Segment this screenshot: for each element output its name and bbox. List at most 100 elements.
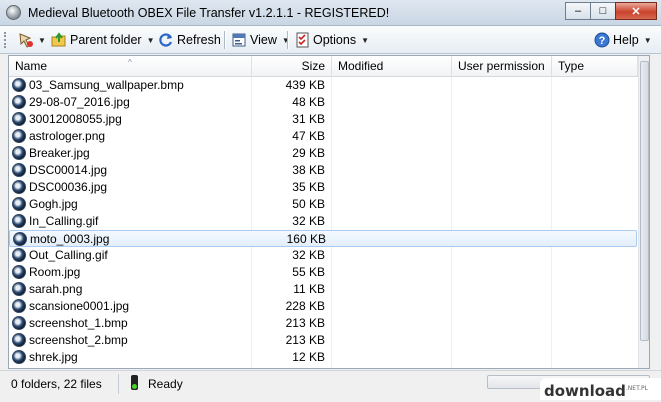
- file-name: astrologer.png: [29, 129, 106, 143]
- file-name: Room.jpg: [29, 265, 81, 279]
- bluetooth-devices-icon: [18, 32, 34, 48]
- file-name: DSC00014.jpg: [29, 163, 108, 177]
- window-title: Medieval Bluetooth OBEX File Transfer v1…: [28, 6, 390, 20]
- file-size: 160 KB: [286, 232, 326, 246]
- file-icon: [12, 299, 26, 313]
- file-name: Gogh.jpg: [29, 197, 78, 211]
- help-button[interactable]: ? Help ▼: [594, 30, 652, 50]
- parent-folder-label: Parent folder: [70, 33, 142, 47]
- file-icon: [12, 214, 26, 228]
- column-header: ^ Name Size Modified User permission Typ…: [9, 56, 649, 77]
- file-name: sarah.png: [29, 282, 83, 296]
- file-row[interactable]: 30012008055.jpg 31 KB: [9, 111, 637, 128]
- file-icon: [12, 95, 26, 109]
- file-size: 48 KB: [292, 95, 325, 109]
- view-icon: [231, 32, 247, 48]
- file-icon: [12, 112, 26, 126]
- toolbar: ▼ Parent folder ▼ Refresh View ▼ Options…: [0, 26, 661, 54]
- refresh-icon: [158, 32, 174, 48]
- file-icon: [12, 265, 26, 279]
- column-header-type[interactable]: Type: [552, 56, 638, 76]
- vertical-scrollbar[interactable]: [638, 56, 649, 368]
- file-row[interactable]: shrek.jpg 12 KB: [9, 349, 637, 366]
- file-size: 228 KB: [285, 299, 325, 313]
- column-header-size[interactable]: Size: [252, 56, 332, 76]
- file-row[interactable]: astrologer.png 47 KB: [9, 128, 637, 145]
- file-icon: [12, 129, 26, 143]
- options-dropdown-arrow-icon[interactable]: ▼: [361, 36, 369, 45]
- svg-text:?: ?: [599, 35, 606, 47]
- file-name: DSC00036.jpg: [29, 180, 108, 194]
- file-icon: [12, 78, 26, 92]
- maximize-button[interactable]: □: [590, 2, 616, 20]
- file-list[interactable]: ^ Name Size Modified User permission Typ…: [8, 55, 650, 369]
- minimize-button[interactable]: –: [565, 2, 591, 20]
- file-name: 29-08-07_2016.jpg: [29, 95, 130, 109]
- options-button[interactable]: Options ▼: [294, 30, 369, 50]
- download-watermark-logo: download.NET.PL: [540, 378, 661, 400]
- help-dropdown-arrow-icon[interactable]: ▼: [644, 36, 652, 45]
- view-label: View: [250, 33, 277, 47]
- file-icon: [12, 282, 26, 296]
- file-name: In_Calling.gif: [29, 214, 99, 228]
- file-row[interactable]: 03_Samsung_wallpaper.bmp 439 KB: [9, 77, 637, 94]
- file-icon: [12, 146, 26, 160]
- help-label: Help: [613, 33, 639, 47]
- toolbar-separator: [224, 31, 226, 49]
- file-size: 12 KB: [292, 350, 325, 364]
- toolbar-separator: [287, 31, 289, 49]
- view-button[interactable]: View ▼: [231, 30, 290, 50]
- devices-button[interactable]: ▼: [18, 30, 46, 50]
- file-icon: [12, 350, 26, 364]
- file-size: 47 KB: [292, 129, 325, 143]
- parent-folder-dropdown-arrow-icon[interactable]: ▼: [147, 36, 155, 45]
- refresh-label: Refresh: [177, 33, 221, 47]
- sort-ascending-icon: ^: [128, 58, 132, 67]
- file-name: 30012008055.jpg: [29, 112, 122, 126]
- file-row[interactable]: scansione0001.jpg 228 KB: [9, 298, 637, 315]
- file-size: 31 KB: [292, 112, 325, 126]
- scrollbar-thumb[interactable]: [640, 61, 649, 341]
- devices-dropdown-arrow-icon[interactable]: ▼: [38, 36, 46, 45]
- file-size: 38 KB: [292, 163, 325, 177]
- status-light-icon: [131, 375, 138, 390]
- ready-status: Ready: [148, 377, 183, 391]
- file-row[interactable]: DSC00036.jpg 35 KB: [9, 179, 637, 196]
- file-row[interactable]: Breaker.jpg 29 KB: [9, 145, 637, 162]
- file-size: 50 KB: [292, 197, 325, 211]
- file-row[interactable]: Room.jpg 55 KB: [9, 264, 637, 281]
- column-header-modified[interactable]: Modified: [332, 56, 452, 76]
- status-separator: [118, 374, 119, 394]
- file-icon: [12, 197, 26, 211]
- file-size: 32 KB: [292, 248, 325, 262]
- refresh-button[interactable]: Refresh: [158, 30, 221, 50]
- file-icon: [12, 248, 26, 262]
- file-row[interactable]: moto_0003.jpg 160 KB: [9, 230, 637, 247]
- file-icon: [13, 232, 27, 246]
- file-row[interactable]: screenshot_1.bmp 213 KB: [9, 315, 637, 332]
- help-icon: ?: [594, 32, 610, 48]
- file-row[interactable]: In_Calling.gif 32 KB: [9, 213, 637, 230]
- file-row[interactable]: screenshot_2.bmp 213 KB: [9, 332, 637, 349]
- options-label: Options: [313, 33, 357, 47]
- toolbar-grip-icon[interactable]: [4, 32, 9, 48]
- parent-folder-icon: [51, 32, 67, 48]
- file-count-status: 0 folders, 22 files: [11, 377, 102, 391]
- file-size: 32 KB: [292, 214, 325, 228]
- column-header-name[interactable]: ^ Name: [9, 56, 252, 76]
- file-row[interactable]: Out_Calling.gif 32 KB: [9, 247, 637, 264]
- file-row[interactable]: Gogh.jpg 50 KB: [9, 196, 637, 213]
- file-row[interactable]: 29-08-07_2016.jpg 48 KB: [9, 94, 637, 111]
- parent-folder-button[interactable]: Parent folder ▼: [51, 30, 155, 50]
- app-icon: [6, 5, 21, 20]
- file-size: 35 KB: [292, 180, 325, 194]
- file-size: 29 KB: [292, 146, 325, 160]
- file-icon: [12, 316, 26, 330]
- file-row[interactable]: sarah.png 11 KB: [9, 281, 637, 298]
- file-size: 55 KB: [292, 265, 325, 279]
- close-button[interactable]: ✕: [615, 2, 657, 20]
- file-icon: [12, 180, 26, 194]
- file-name: Breaker.jpg: [29, 146, 90, 160]
- file-row[interactable]: DSC00014.jpg 38 KB: [9, 162, 637, 179]
- column-header-user-permission[interactable]: User permission: [452, 56, 552, 76]
